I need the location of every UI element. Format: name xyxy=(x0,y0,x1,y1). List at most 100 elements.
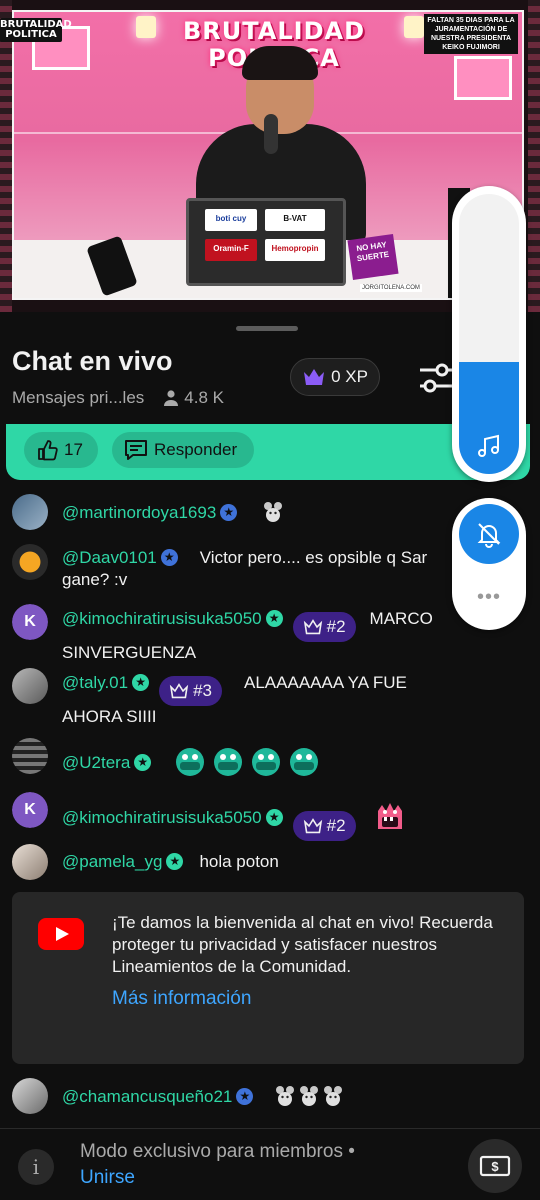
viewer-count: 4.8 K xyxy=(162,388,224,408)
author-name[interactable]: @U2tera xyxy=(62,753,130,772)
more-info-link[interactable]: Más información xyxy=(112,988,251,1010)
volume-slider-widget[interactable] xyxy=(452,186,526,482)
lamp-left xyxy=(136,16,156,38)
chat-message[interactable]: @Daav0101Victor pero.... es opsible q Sa… xyxy=(12,544,452,594)
svg-text:$: $ xyxy=(491,1159,499,1174)
website-credit: JORGITOLENA.COM xyxy=(360,284,422,292)
chat-message[interactable]: @pamela_yg hola poton xyxy=(12,844,452,880)
info-icon[interactable]: i xyxy=(18,1149,54,1185)
author-name[interactable]: @kimochiratirusisuka5050 xyxy=(62,609,262,628)
verified-badge-icon xyxy=(236,1085,254,1107)
drag-handle[interactable] xyxy=(236,326,298,331)
member-badge-icon xyxy=(132,671,150,693)
dollar-bill-icon: $ xyxy=(479,1155,511,1177)
message-body: @kimochiratirusisuka5050#2MARCO SINVERGU… xyxy=(62,607,452,664)
rank-value: #2 xyxy=(326,816,346,835)
avatar[interactable] xyxy=(12,1078,48,1114)
avatar-letter: K xyxy=(12,604,48,640)
sign-line-1: BRUTALIDAD xyxy=(183,17,365,45)
chat-title: Chat en vivo xyxy=(12,346,173,376)
app-root: BRUTALIDAD POLITICA FALTAN 35 DIAS PARA … xyxy=(0,0,540,1200)
message-text: hola poton xyxy=(199,852,279,871)
no-hay-suerte-sign: NO HAY SUERTE xyxy=(347,233,399,281)
chat-message[interactable]: @taly.01#3ALAAAAAAA YA FUE AHORA SIIII xyxy=(12,668,452,726)
avatar[interactable] xyxy=(12,668,48,704)
chat-message[interactable]: @martinordoya1693 xyxy=(12,494,452,530)
right-decoration xyxy=(528,0,540,312)
member-badge-icon xyxy=(265,607,283,629)
chat-message[interactable]: @chamancusqueño21 xyxy=(12,1078,452,1114)
bell-off-icon xyxy=(477,523,501,548)
chat-mode-label[interactable]: Mensajes pri...les xyxy=(12,388,144,408)
xp-button[interactable]: 0 XP xyxy=(290,358,380,396)
sticker-oramin: Oramin-F xyxy=(205,239,257,261)
channel-logo: BRUTALIDAD POLITICA xyxy=(0,18,72,42)
crown-icon xyxy=(303,818,322,834)
emote-group xyxy=(174,748,326,776)
author-name[interactable]: @kimochiratirusisuka5050 xyxy=(62,808,262,827)
pepe-emote-icon xyxy=(176,748,205,776)
author-name[interactable]: @taly.01 xyxy=(62,673,128,692)
music-note-icon xyxy=(478,434,499,457)
host-hair xyxy=(242,46,318,80)
verified-badge-icon xyxy=(220,501,238,523)
chat-message[interactable]: @U2tera xyxy=(12,738,452,776)
sticker-boticuy: boti cuy xyxy=(205,209,257,231)
mouse-emote-icon xyxy=(324,1086,343,1106)
countdown-notice: FALTAN 35 DIAS PARA LA JURAMENTACIÓN DE … xyxy=(424,14,518,54)
filter-settings-icon[interactable] xyxy=(416,360,456,396)
lamp-right xyxy=(404,16,424,38)
message-body: @Daav0101Victor pero.... es opsible q Sa… xyxy=(62,546,452,591)
laptop: boti cuy B-VAT Oramin-F Hemopropin xyxy=(186,198,346,286)
rank-badge: #2 xyxy=(292,811,356,841)
pepe-emote-icon xyxy=(290,748,319,776)
like-button[interactable]: 17 xyxy=(24,432,98,468)
mouse-emote-icon xyxy=(300,1086,319,1106)
avatar[interactable]: K xyxy=(12,604,48,640)
xp-value: 0 XP xyxy=(331,367,368,386)
rank-value: #2 xyxy=(326,617,346,636)
rank-value: #3 xyxy=(193,681,213,700)
rank-badge: #3 xyxy=(159,676,223,706)
message-body: @martinordoya1693 xyxy=(62,501,452,524)
reply-button[interactable]: Responder xyxy=(112,432,254,468)
member-badge-icon xyxy=(166,850,184,872)
crown-icon xyxy=(304,369,325,385)
person-icon xyxy=(164,390,179,406)
author-name[interactable]: @Daav0101 xyxy=(62,548,157,567)
message-body: @chamancusqueño21 xyxy=(62,1085,452,1108)
thumbs-up-icon xyxy=(38,440,58,461)
super-chat-button[interactable]: $ xyxy=(468,1139,522,1193)
viewer-count-value: 4.8 K xyxy=(184,388,224,407)
monster-emote-icon xyxy=(377,803,402,829)
avatar[interactable] xyxy=(12,844,48,880)
avatar[interactable] xyxy=(12,544,48,580)
message-body: @U2tera xyxy=(62,746,452,778)
join-link[interactable]: Unirse xyxy=(80,1167,135,1189)
message-body: @pamela_yg hola poton xyxy=(62,850,452,873)
author-name[interactable]: @pamela_yg xyxy=(62,852,162,871)
avatar[interactable] xyxy=(12,738,48,774)
more-options-icon[interactable]: ••• xyxy=(472,586,506,609)
mute-notifications-button[interactable] xyxy=(459,504,519,564)
welcome-card: ¡Te damos la bienvenida al chat en vivo!… xyxy=(12,892,524,1064)
notification-widget: ••• xyxy=(452,498,526,630)
author-name[interactable]: @chamancusqueño21 xyxy=(62,1087,232,1106)
reply-icon xyxy=(125,440,147,460)
reply-label: Responder xyxy=(154,440,238,459)
avatar[interactable]: K xyxy=(12,792,48,828)
chat-message[interactable]: K @kimochiratirusisuka5050 #2 xyxy=(12,792,452,841)
mouse-emote-icon xyxy=(276,1086,295,1106)
crown-icon xyxy=(169,683,189,699)
message-body: @kimochiratirusisuka5050 #2 xyxy=(62,799,452,841)
emote-group xyxy=(274,1086,350,1106)
chat-message[interactable]: K @kimochiratirusisuka5050#2MARCO SINVER… xyxy=(12,604,452,662)
pepe-emote-icon xyxy=(252,748,281,776)
author-name[interactable]: @martinordoya1693 xyxy=(62,503,216,522)
message-body: @taly.01#3ALAAAAAAA YA FUE AHORA SIIII xyxy=(62,671,452,728)
verified-badge-icon xyxy=(160,546,178,568)
rank-badge: #2 xyxy=(292,612,356,642)
like-count: 17 xyxy=(64,440,83,459)
left-decoration xyxy=(0,0,12,312)
avatar[interactable] xyxy=(12,494,48,530)
